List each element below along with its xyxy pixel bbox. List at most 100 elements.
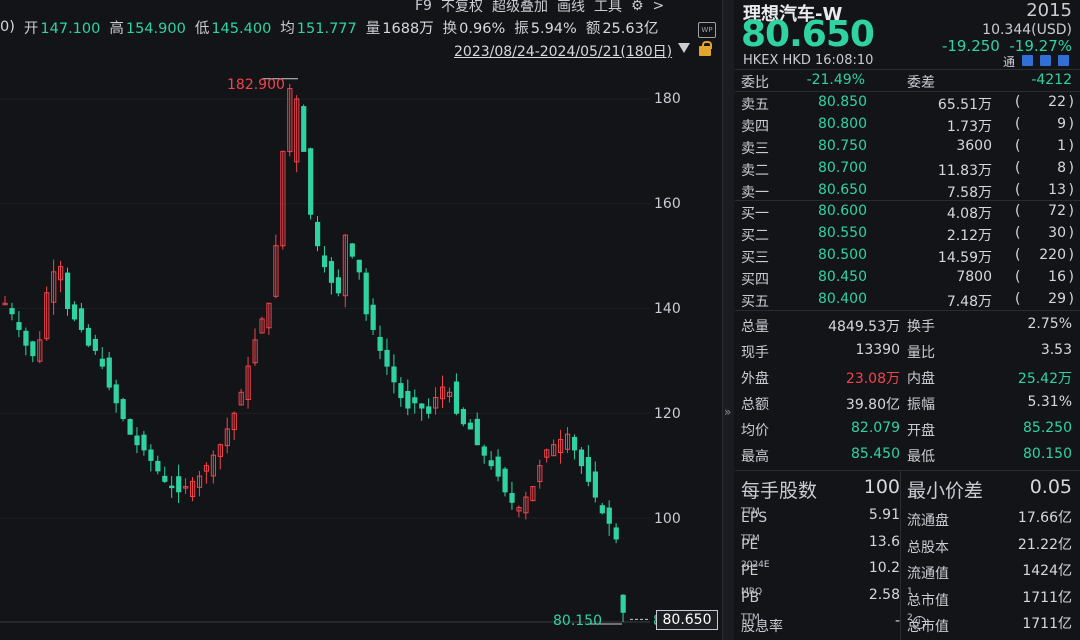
candlestick-chart[interactable] <box>0 60 650 640</box>
ask-close-paren: ) <box>1068 182 1074 198</box>
ask-count: 13 <box>1048 182 1066 198</box>
bid-open-paren: ( <box>1015 203 1021 219</box>
weicha-value: -4212 <box>1031 72 1072 88</box>
stat-value: 85.450 <box>851 446 900 462</box>
chart-toolbar: F9 不复权 超级叠加 画线 工具 ⚙ > <box>415 0 673 15</box>
candle-body <box>71 304 78 320</box>
vol-label: 量 <box>365 20 381 37</box>
candle-body <box>30 341 36 357</box>
ask-row[interactable]: 卖一 80.650 7.58万 ( 13 ) <box>735 179 1080 201</box>
candle-body <box>405 391 411 409</box>
ask-row[interactable]: 卖五 80.850 65.51万 ( 22 ) <box>735 91 1080 113</box>
candle-body <box>585 457 592 482</box>
candle-body <box>599 505 605 514</box>
ask-label: 卖五 <box>741 97 769 113</box>
ask-count: 8 <box>1057 160 1066 176</box>
bid-open-paren: ( <box>1015 225 1021 241</box>
fund-value: 1711亿 <box>1022 589 1072 606</box>
ask-price: 80.800 <box>818 116 867 132</box>
lot-label: 每手股数 <box>741 480 818 502</box>
bid-label: 买四 <box>741 272 769 288</box>
ask-close-paren: ) <box>1068 138 1074 154</box>
date-range[interactable]: 2023/08/24-2024/05/21(180日) <box>454 41 672 61</box>
stat-value: 25.42万 <box>1017 371 1072 387</box>
ask-close-paren: ) <box>1068 160 1074 176</box>
candle-body <box>315 221 321 247</box>
chevron-right-icon[interactable]: > <box>653 0 665 14</box>
bid-row[interactable]: 买二 80.550 2.12万 ( 30 ) <box>735 222 1080 244</box>
turn-value: 0.96% <box>459 20 506 37</box>
ask-count: 9 <box>1057 116 1066 132</box>
candle-body <box>321 255 328 268</box>
candle-body <box>613 527 619 540</box>
adjust-button[interactable]: 不复权 <box>441 0 483 16</box>
bid-close-paren: ) <box>1068 247 1074 263</box>
ask-row[interactable]: 卖三 80.750 3600 ( 1 ) <box>735 135 1080 157</box>
fund-label: PE TTM <box>741 533 760 553</box>
candle-body <box>495 456 501 477</box>
fund-value: 1424亿 <box>1022 563 1072 579</box>
settings-icon[interactable]: ⚙ <box>631 0 644 14</box>
stat-label: 换手 <box>907 319 935 335</box>
candle-body <box>23 330 29 346</box>
market-info: HKEX HKD 16:08:10 <box>743 53 874 68</box>
bid-volume: 14.59万 <box>937 250 992 266</box>
avg-label: 均 <box>280 20 295 37</box>
stat-label: 内盘 <box>907 371 935 387</box>
dropdown-arrow-icon[interactable] <box>678 43 690 53</box>
bid-price: 80.400 <box>818 291 867 307</box>
ask-row[interactable]: 卖二 80.700 11.83万 ( 8 ) <box>735 157 1080 179</box>
candle-body <box>578 449 585 467</box>
candle-body <box>571 436 578 451</box>
candle-body <box>509 493 515 503</box>
stat-label: 现手 <box>741 345 769 361</box>
stock-code: 2015 <box>1026 0 1072 21</box>
bid-row[interactable]: 买四 80.450 7800 ( 16 ) <box>735 266 1080 288</box>
candle-body <box>16 322 22 330</box>
fund-label: 股息率 TTM <box>741 613 783 635</box>
bid-row[interactable]: 买一 80.600 4.08万 ( 72 ) <box>735 200 1080 222</box>
y-tick: 100 <box>654 511 681 527</box>
bid-row[interactable]: 买五 80.400 7.48万 ( 29 ) <box>735 288 1080 310</box>
candle-body <box>592 471 598 498</box>
add-icon[interactable] <box>1058 55 1069 66</box>
f9-button[interactable]: F9 <box>415 0 432 14</box>
ask-open-paren: ( <box>1015 138 1021 154</box>
candle-body <box>85 327 92 346</box>
stat-value: 3.53 <box>1040 342 1072 358</box>
bid-row[interactable]: 买三 80.500 14.59万 ( 220 ) <box>735 244 1080 266</box>
info-icon[interactable]: i <box>912 616 926 629</box>
bid-close-paren: ) <box>1068 291 1074 307</box>
stat-value: 80.150 <box>1023 446 1072 462</box>
panel-divider[interactable]: » <box>722 0 734 640</box>
wm-icon[interactable]: WP <box>698 22 716 38</box>
candle-body <box>308 148 314 215</box>
stat-value: 39.80亿 <box>845 397 900 413</box>
candle-body <box>398 383 404 399</box>
ask-volume: 65.51万 <box>937 97 992 113</box>
fund-value: 10.2 <box>868 560 900 576</box>
ask-volume: 7.58万 <box>946 185 992 201</box>
overlay-button[interactable]: 超级叠加 <box>492 0 548 16</box>
weibi-row: 委比 -21.49% 委差 -4212 <box>735 69 1080 91</box>
tools-button[interactable]: 工具 <box>594 0 622 16</box>
weibi-label: 委比 <box>741 75 769 91</box>
candle-body <box>148 449 154 461</box>
lock-icon[interactable] <box>699 41 712 56</box>
open-label: 开 <box>23 20 39 37</box>
ask-row[interactable]: 卖四 80.800 1.73万 ( 9 ) <box>735 113 1080 135</box>
candle-body <box>120 399 126 419</box>
candle-body <box>502 468 508 493</box>
bid-count: 72 <box>1048 203 1066 219</box>
bid-volume: 2.12万 <box>946 228 992 244</box>
edit-icon[interactable] <box>1022 55 1033 66</box>
candle-body <box>113 384 119 404</box>
fund-label: EPS TTM <box>741 507 768 526</box>
candle-body <box>467 422 473 430</box>
refresh-icon[interactable] <box>1040 55 1051 66</box>
draw-button[interactable]: 画线 <box>557 0 585 16</box>
candle-body <box>460 409 467 425</box>
stat-value: 4849.53万 <box>828 319 900 335</box>
collapse-icon[interactable]: » <box>724 405 731 419</box>
ask-price: 80.750 <box>818 138 867 154</box>
